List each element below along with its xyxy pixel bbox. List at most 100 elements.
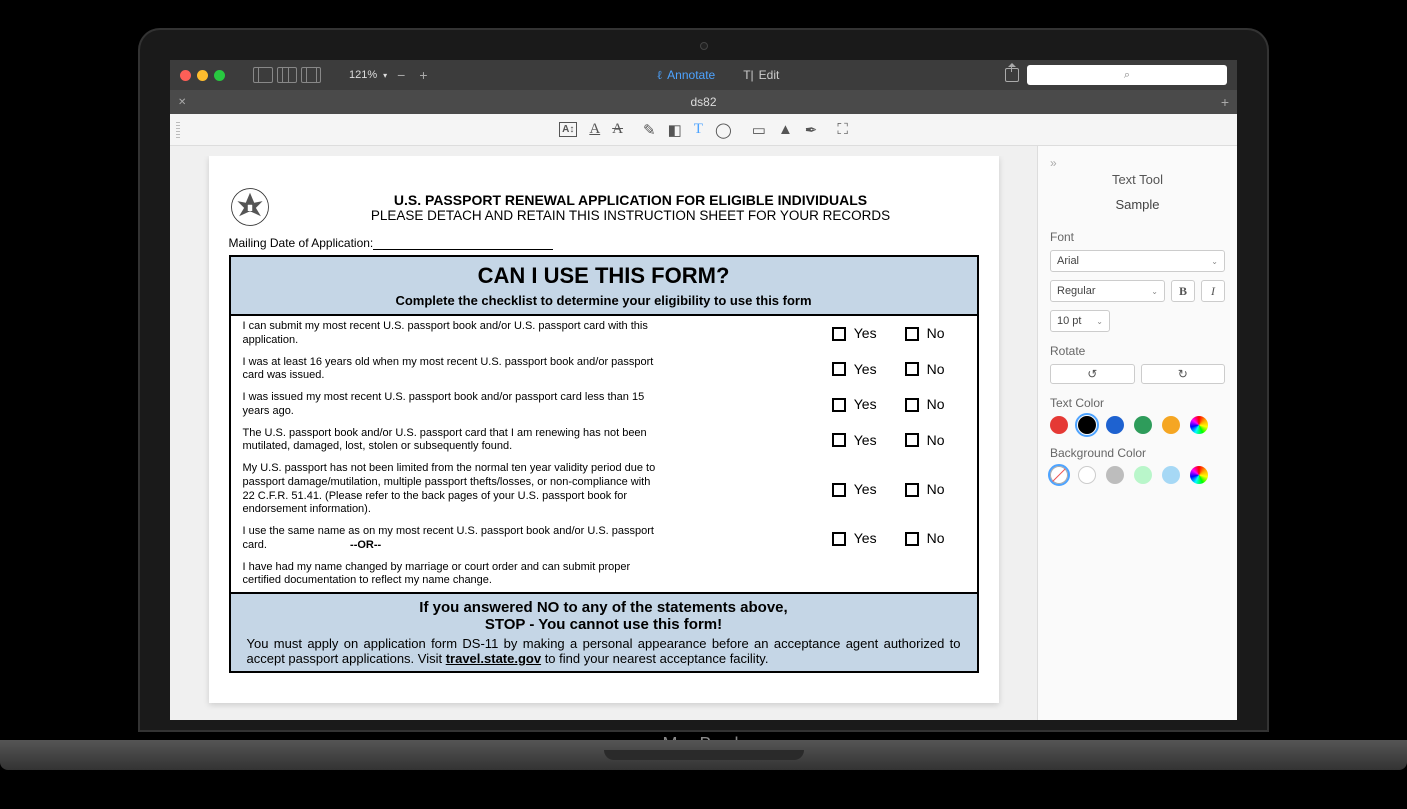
question-5: My U.S. passport has not been limited fr… <box>243 462 663 517</box>
color-blue[interactable] <box>1106 416 1124 434</box>
q1-no-checkbox[interactable] <box>905 327 919 341</box>
font-size-select[interactable]: 10 pt⌄ <box>1050 310 1110 332</box>
question-6b: I have had my name changed by marriage o… <box>243 561 663 589</box>
text-tool-icon[interactable]: T <box>694 121 703 138</box>
pen-tool-icon[interactable]: ✎ <box>643 121 656 139</box>
edit-mode-button[interactable]: T| Edit <box>733 64 789 86</box>
q4-yes-checkbox[interactable] <box>832 433 846 447</box>
sidebar-sample: Sample <box>1050 197 1225 212</box>
apply-instructions: You must apply on application form DS-11… <box>239 633 969 666</box>
minimize-window-button[interactable] <box>197 70 208 81</box>
form-subheading: Complete the checklist to determine your… <box>237 293 971 308</box>
zoom-in-button[interactable]: + <box>415 67 431 83</box>
drag-handle-icon[interactable] <box>176 122 180 138</box>
color-green[interactable] <box>1134 416 1152 434</box>
color-black[interactable] <box>1078 416 1096 434</box>
q3-yes-checkbox[interactable] <box>832 398 846 412</box>
q5-yes-checkbox[interactable] <box>832 483 846 497</box>
rotate-section-label: Rotate <box>1050 344 1225 358</box>
annotate-mode-button[interactable]: ℓ Annotate <box>647 64 725 87</box>
new-tab-button[interactable]: + <box>1221 94 1229 110</box>
underline-icon[interactable]: A <box>589 121 600 138</box>
font-section-label: Font <box>1050 230 1225 244</box>
select-tool-icon[interactable]: ⛶ <box>837 121 848 138</box>
zoom-out-button[interactable]: − <box>393 67 409 83</box>
document-viewport: U.S. PASSPORT RENEWAL APPLICATION FOR EL… <box>170 146 1037 720</box>
mailing-date-label: Mailing Date of Application: <box>229 236 374 250</box>
annotate-label: Annotate <box>667 68 715 82</box>
q3-no-checkbox[interactable] <box>905 398 919 412</box>
note-icon[interactable]: ▭ <box>752 121 766 139</box>
sidebar-title: Text Tool <box>1050 172 1225 187</box>
document-scroll[interactable]: U.S. PASSPORT RENEWAL APPLICATION FOR EL… <box>180 156 1027 710</box>
strikethrough-icon[interactable]: A <box>612 121 623 138</box>
color-red[interactable] <box>1050 416 1068 434</box>
font-family-select[interactable]: Arial⌄ <box>1050 250 1225 272</box>
rotate-cw-button[interactable]: ↻ <box>1141 364 1226 384</box>
q4-no-checkbox[interactable] <box>905 433 919 447</box>
bg-color-picker-icon[interactable] <box>1190 466 1208 484</box>
bg-gray[interactable] <box>1106 466 1124 484</box>
color-orange[interactable] <box>1162 416 1180 434</box>
form-heading: CAN I USE THIS FORM? <box>237 263 971 289</box>
collapse-sidebar-icon[interactable]: » <box>1050 156 1225 170</box>
chevron-down-icon: ⌄ <box>1211 257 1218 266</box>
fullscreen-window-button[interactable] <box>214 70 225 81</box>
doc-title-1: U.S. PASSPORT RENEWAL APPLICATION FOR EL… <box>283 192 979 208</box>
bg-color-label: Background Color <box>1050 446 1225 460</box>
macbook-base <box>0 740 1407 770</box>
app-window: 121% ▾ − + ℓ Annotate T| Edit ⌕ <box>170 60 1237 720</box>
or-separator: --OR-- <box>350 539 381 551</box>
question-3: I was issued my most recent U.S. passpor… <box>243 391 663 419</box>
close-window-button[interactable] <box>180 70 191 81</box>
q2-no-checkbox[interactable] <box>905 362 919 376</box>
annotation-toolbar: A↕ A A ✎ ◧ T ◯ ▭ ▲ ✒ ⛶ <box>170 114 1237 146</box>
close-tab-button[interactable]: ✕ <box>178 97 186 108</box>
eraser-icon[interactable]: ◧ <box>668 121 682 139</box>
bg-none[interactable] <box>1050 466 1068 484</box>
single-page-view-icon[interactable] <box>253 67 273 83</box>
view-mode-group <box>253 67 321 83</box>
screen-bezel: 121% ▾ − + ℓ Annotate T| Edit ⌕ <box>140 30 1267 730</box>
q6-yes-checkbox[interactable] <box>832 532 846 546</box>
chevron-down-icon: ⌄ <box>1151 287 1158 296</box>
font-weight-select[interactable]: Regular⌄ <box>1050 280 1165 302</box>
thumbnail-view-icon[interactable] <box>277 67 297 83</box>
stamp-icon[interactable]: ▲ <box>778 121 793 138</box>
search-input[interactable]: ⌕ <box>1027 65 1227 85</box>
bg-lightblue[interactable] <box>1162 466 1180 484</box>
bg-lightgreen[interactable] <box>1134 466 1152 484</box>
zoom-control: 121% ▾ − + <box>349 67 432 83</box>
shape-tool-icon[interactable]: ◯ <box>715 121 732 139</box>
signature-icon[interactable]: ✒ <box>805 121 818 139</box>
question-2: I was at least 16 years old when my most… <box>243 356 663 384</box>
mailing-date-row: Mailing Date of Application: <box>229 236 979 250</box>
italic-button[interactable]: I <box>1201 280 1225 302</box>
question-6a: I use the same name as on my most recent… <box>243 525 654 551</box>
tab-title: ds82 <box>690 95 716 109</box>
share-icon[interactable] <box>1005 68 1019 82</box>
text-style-icon[interactable]: A↕ <box>559 122 577 137</box>
q5-no-checkbox[interactable] <box>905 483 919 497</box>
text-color-label: Text Color <box>1050 396 1225 410</box>
bold-button[interactable]: B <box>1171 280 1195 302</box>
bg-white[interactable] <box>1078 466 1096 484</box>
two-page-view-icon[interactable] <box>301 67 321 83</box>
q2-yes-checkbox[interactable] <box>832 362 846 376</box>
pdf-page: U.S. PASSPORT RENEWAL APPLICATION FOR EL… <box>209 156 999 703</box>
doc-title-2: PLEASE DETACH AND RETAIN THIS INSTRUCTIO… <box>283 208 979 223</box>
us-seal-icon <box>229 186 271 228</box>
window-controls <box>180 70 225 81</box>
chevron-down-icon: ⌄ <box>1096 317 1103 326</box>
travel-state-link[interactable]: travel.state.gov <box>446 651 541 666</box>
chevron-down-icon[interactable]: ▾ <box>383 71 387 80</box>
rotate-ccw-button[interactable]: ↺ <box>1050 364 1135 384</box>
text-color-swatches <box>1050 416 1225 434</box>
q1-yes-checkbox[interactable] <box>832 327 846 341</box>
inspector-sidebar: » Text Tool Sample Font Arial⌄ Regular⌄ … <box>1037 146 1237 720</box>
question-4: The U.S. passport book and/or U.S. passp… <box>243 427 663 455</box>
q6-no-checkbox[interactable] <box>905 532 919 546</box>
color-picker-icon[interactable] <box>1190 416 1208 434</box>
zoom-value[interactable]: 121% <box>349 69 377 81</box>
macbook-frame: 121% ▾ − + ℓ Annotate T| Edit ⌕ <box>140 30 1267 750</box>
